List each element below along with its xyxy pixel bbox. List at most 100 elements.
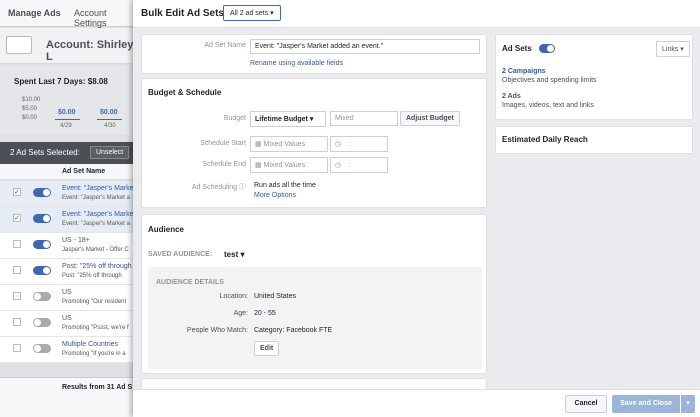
row-toggle[interactable]	[33, 214, 51, 223]
row-name[interactable]: US - 18+	[62, 237, 90, 244]
row-name[interactable]: Post: "25% off through	[62, 263, 132, 270]
table-row[interactable]: Post: "25% off through Post: "25% off thr…	[0, 259, 140, 285]
schedule-end-date[interactable]: ▦ Mixed Values	[250, 157, 328, 173]
schedule-end-value: Mixed Values	[263, 162, 306, 169]
campaigns-link[interactable]: 2 Campaigns	[502, 68, 546, 75]
day-date: 4/30	[104, 123, 116, 129]
table-row[interactable]: US Promoting "Pssst, we're f	[0, 311, 140, 337]
schedule-end-label: Schedule End	[202, 161, 246, 168]
calendar-icon: ▦	[255, 141, 262, 148]
row-toggle[interactable]	[33, 292, 51, 301]
edit-audience-button[interactable]: Edit	[254, 341, 280, 356]
rename-link[interactable]: Rename using available fields	[250, 60, 343, 67]
row-name[interactable]: US	[62, 289, 72, 296]
location-label: Location:	[219, 293, 248, 300]
schedule-end-time[interactable]: ◷ :	[330, 157, 388, 173]
day-bar	[97, 119, 122, 120]
row-subtitle: Jasper's Market - Offer C	[62, 247, 129, 253]
spent-summary: Spent Last 7 Days: $8.08 $10.00 $5.00 $0…	[0, 65, 140, 135]
row-checkbox[interactable]	[13, 240, 21, 248]
schedule-start-time[interactable]: ◷ :	[330, 136, 388, 152]
row-subtitle: Promoting "If you're in a	[62, 351, 126, 357]
ad-sets-dropdown[interactable]: All 2 ad sets ▾	[223, 5, 281, 21]
save-and-close-button[interactable]: Save and Close	[612, 395, 680, 413]
ad-sets-toggle[interactable]	[539, 44, 555, 53]
y-tick: $10.00	[22, 97, 41, 103]
more-options-link[interactable]: More Options	[254, 192, 296, 199]
panel-title: Bulk Edit Ad Sets	[141, 8, 224, 19]
ad-set-name-input[interactable]: Event: "Jasper's Market added an event."	[250, 39, 480, 54]
schedule-start-label: Schedule Start	[200, 140, 246, 147]
row-checkbox[interactable]	[13, 344, 21, 352]
table-row[interactable]: ✓ Event: "Jasper's Market Event: "Jasper's…	[0, 181, 140, 207]
menu-button[interactable]	[6, 36, 32, 54]
table-row[interactable]: US Promoting "Our resident	[0, 285, 140, 311]
ad-sets-summary-card: Ad Sets Links ▾ 2 Campaigns Objectives a…	[495, 34, 693, 120]
location-value: United States	[254, 293, 297, 300]
row-toggle[interactable]	[33, 240, 51, 249]
row-subtitle: Event: "Jasper's Market a	[62, 221, 130, 227]
ads-link[interactable]: 2 Ads	[502, 93, 521, 100]
row-checkbox[interactable]	[13, 318, 21, 326]
row-subtitle: Promoting "Our resident	[62, 299, 127, 305]
day-value: $0.00	[100, 109, 118, 116]
row-checkbox[interactable]: ✓	[13, 188, 21, 196]
row-subtitle: Event: "Jasper's Market a	[62, 195, 130, 201]
spent-title: Spent Last 7 Days: $8.08	[14, 77, 108, 86]
y-tick: $0.00	[22, 115, 38, 121]
match-label: People Who Match:	[186, 327, 248, 334]
row-checkbox[interactable]: ✓	[13, 214, 21, 222]
row-name[interactable]: Multiple Countries	[62, 341, 118, 348]
selection-bar: 2 Ad Sets Selected: Unselect	[0, 142, 140, 164]
audience-section-title: Audience	[148, 225, 185, 234]
manage-ads-link[interactable]: Manage Ads	[8, 8, 61, 18]
cancel-button[interactable]: Cancel	[565, 395, 607, 413]
row-name[interactable]: US	[62, 315, 72, 322]
table-header: Ad Set Name	[0, 164, 140, 180]
schedule-start-date[interactable]: ▦ Mixed Values	[250, 136, 328, 152]
budget-section-title: Budget & Schedule	[148, 88, 222, 97]
save-options-dropdown[interactable]: ▾	[681, 395, 695, 413]
row-toggle[interactable]	[33, 344, 51, 353]
campaigns-description: Objectives and spending limits	[502, 77, 597, 84]
estimated-reach-card: Estimated Daily Reach	[495, 126, 693, 154]
links-button-label: Links	[662, 46, 679, 53]
chevron-down-icon: ▾	[309, 116, 314, 123]
next-card	[141, 378, 487, 389]
table-row[interactable]: US - 18+ Jasper's Market - Offer C	[0, 233, 140, 259]
day-bar	[55, 119, 80, 120]
row-toggle[interactable]	[33, 188, 51, 197]
info-icon[interactable]: ⓘ	[239, 184, 246, 191]
ad-scheduling-label-text: Ad Scheduling	[191, 184, 238, 191]
ad-scheduling-value: Run ads all the time	[254, 182, 316, 189]
row-checkbox[interactable]	[13, 292, 21, 300]
links-button[interactable]: Links ▾	[656, 41, 690, 57]
unselect-button[interactable]: Unselect	[90, 146, 130, 159]
account-label: Account: Shirley L	[46, 39, 134, 63]
budget-type-value: Lifetime Budget	[255, 116, 308, 123]
budget-amount-input[interactable]: Mixed	[330, 111, 398, 126]
budget-type-select[interactable]: Lifetime Budget ▾	[250, 111, 326, 127]
row-toggle[interactable]	[33, 266, 51, 275]
row-name[interactable]: Event: "Jasper's Market	[62, 185, 135, 192]
column-header-ad-set-name[interactable]: Ad Set Name	[62, 168, 105, 175]
saved-audience-label: SAVED AUDIENCE:	[148, 251, 213, 258]
chevron-down-icon: ▾	[680, 46, 684, 53]
account-settings-link[interactable]: Account Settings	[74, 8, 140, 28]
ad-set-name-card: Ad Set Name Event: "Jasper's Market adde…	[141, 34, 487, 74]
bulk-edit-panel: Bulk Edit Ad Sets All 2 ad sets ▾ Ad Set…	[133, 0, 700, 417]
ad-sets-dropdown-label: All 2 ad sets	[230, 10, 269, 17]
row-name[interactable]: Event: "Jasper's Market	[62, 211, 135, 218]
panel-header: Bulk Edit Ad Sets All 2 ad sets ▾	[133, 0, 700, 28]
saved-audience-select[interactable]: test ▾	[224, 250, 244, 259]
chevron-down-icon: ▾	[686, 400, 690, 407]
row-checkbox[interactable]	[13, 266, 21, 274]
row-toggle[interactable]	[33, 318, 51, 327]
ad-sets-summary-title: Ad Sets	[502, 44, 532, 53]
budget-schedule-card: Budget & Schedule Budget Lifetime Budget…	[141, 78, 487, 208]
row-subtitle: Promoting "Pssst, we're f	[62, 325, 129, 331]
table-row[interactable]: ✓ Event: "Jasper's Market Event: "Jasper's…	[0, 207, 140, 233]
adjust-budget-button[interactable]: Adjust Budget	[400, 111, 460, 126]
saved-audience-value: test	[224, 250, 239, 259]
table-row[interactable]: Multiple Countries Promoting "If you're i…	[0, 337, 140, 363]
